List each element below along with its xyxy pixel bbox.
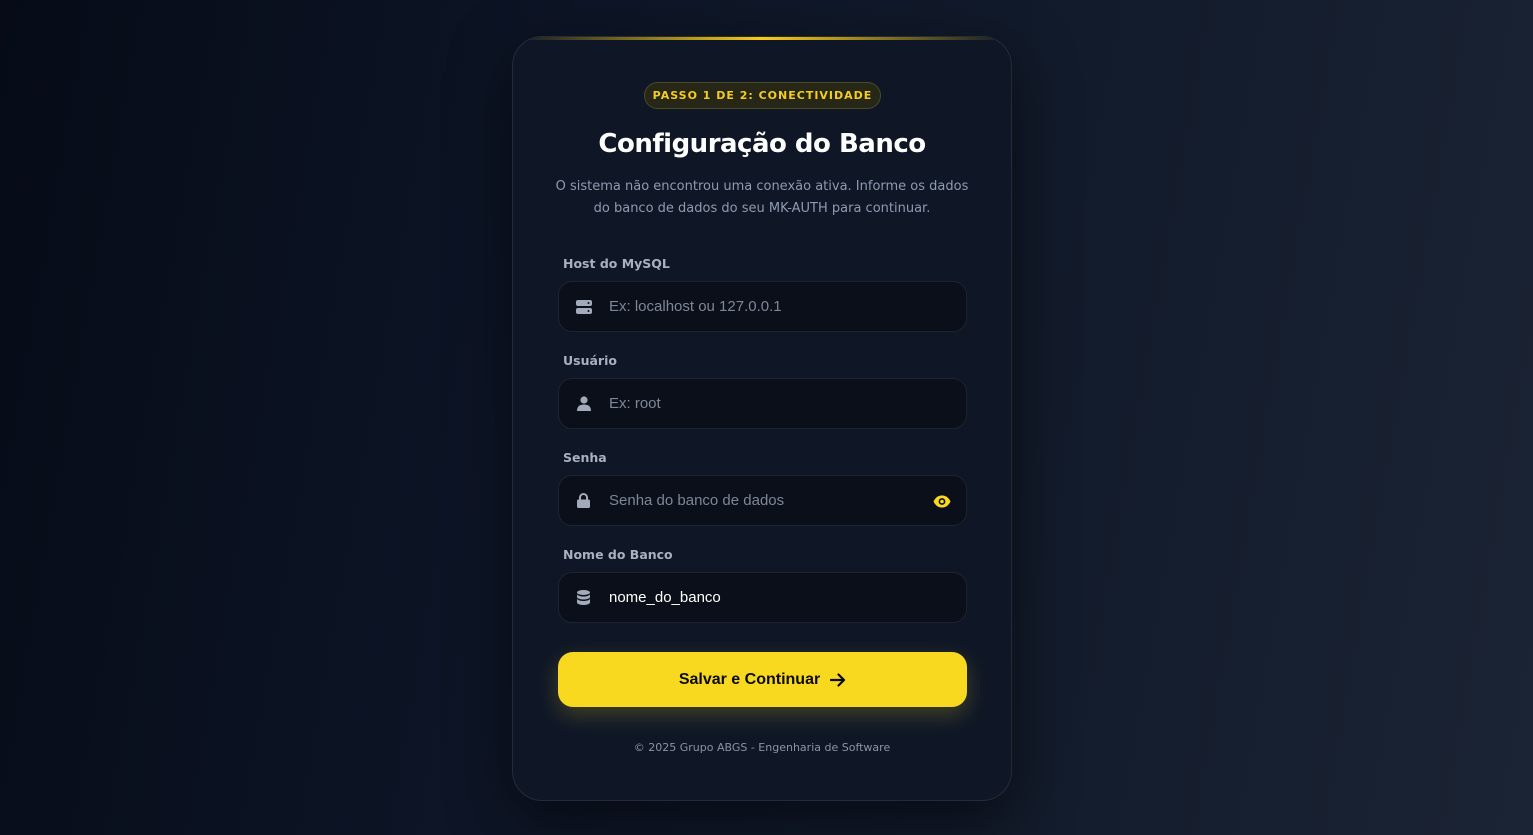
lock-icon: [575, 492, 592, 509]
host-field[interactable]: [558, 281, 967, 332]
save-continue-label: Salvar e Continuar: [678, 670, 821, 688]
setup-card: PASSO 1 DE 2: CONECTIVIDADE Configuração…: [512, 36, 1012, 801]
arrow-right-icon: [830, 672, 846, 687]
eye-icon[interactable]: [932, 491, 952, 511]
user-field[interactable]: [558, 378, 967, 429]
host-label: Host do MySQL: [563, 256, 670, 271]
password-label: Senha: [563, 450, 607, 465]
accent-bar: [513, 37, 1011, 40]
page-title: Configuração do Banco: [598, 129, 926, 159]
user-input[interactable]: [609, 379, 909, 428]
dbname-label: Nome do Banco: [563, 547, 673, 562]
page-subtitle: O sistema não encontrou uma conexão ativ…: [555, 179, 969, 216]
user-icon: [575, 395, 592, 412]
password-input[interactable]: [609, 476, 909, 525]
password-field[interactable]: [558, 475, 967, 526]
dbname-input[interactable]: [609, 573, 909, 622]
database-icon: [575, 589, 592, 606]
host-input[interactable]: [609, 282, 909, 331]
footer-copyright: © 2025 Grupo ABGS - Engenharia de Softwa…: [633, 741, 891, 754]
server-icon: [575, 298, 592, 315]
dbname-field[interactable]: [558, 572, 967, 623]
step-badge: PASSO 1 DE 2: CONECTIVIDADE: [644, 82, 881, 109]
user-label: Usuário: [563, 353, 617, 368]
save-continue-button[interactable]: Salvar e Continuar: [558, 652, 967, 707]
